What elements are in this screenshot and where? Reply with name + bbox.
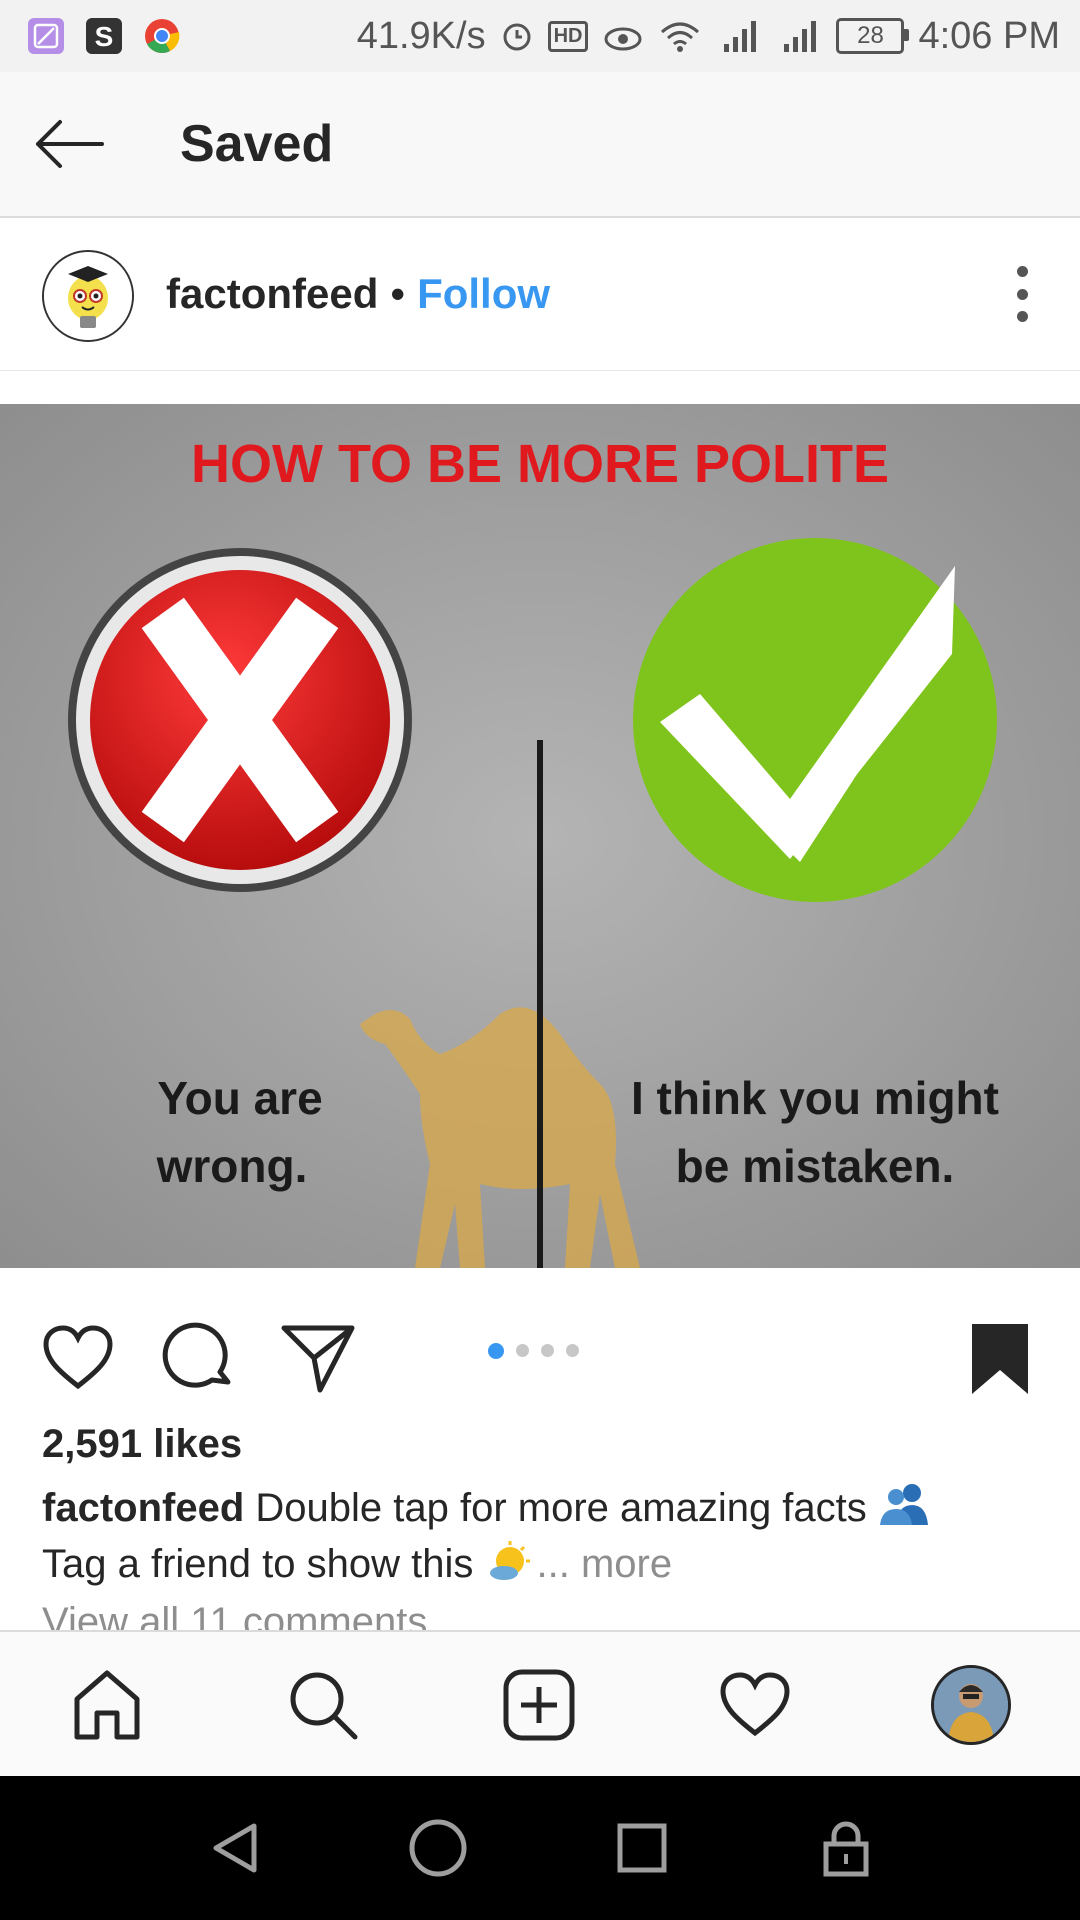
- caption-text-2: Tag a friend to show this: [42, 1542, 474, 1586]
- nav-home[interactable]: [62, 1660, 152, 1750]
- post-header: factonfeed • Follow: [0, 218, 1080, 371]
- carousel-dot-active: [488, 1343, 504, 1359]
- heart-icon: [43, 1325, 113, 1390]
- green-check-icon: [633, 538, 997, 902]
- follow-button[interactable]: Follow: [417, 270, 550, 318]
- nav-activity[interactable]: [710, 1660, 800, 1750]
- caption-text-1: Double tap for more amazing facts: [255, 1486, 867, 1530]
- system-home-button[interactable]: [402, 1812, 474, 1884]
- network-speed: 41.9K/s: [356, 14, 486, 57]
- system-lock-button[interactable]: [810, 1812, 882, 1884]
- back-button[interactable]: [30, 112, 110, 176]
- battery-icon: 28: [836, 18, 910, 54]
- recents-square-icon: [617, 1823, 667, 1873]
- system-recents-button[interactable]: [606, 1812, 678, 1884]
- carousel-dot: [516, 1344, 529, 1357]
- hd-label: HD: [547, 20, 589, 52]
- nav-search[interactable]: [278, 1660, 368, 1750]
- system-navigation-bar: [0, 1776, 1080, 1920]
- right-text-1: I think you might: [631, 1072, 999, 1124]
- search-icon: [290, 1672, 358, 1740]
- post-caption: factonfeed Double tap for more amazing f…: [42, 1480, 1042, 1592]
- headline-text: HOW TO BE MORE POLITE: [191, 434, 889, 494]
- home-circle-icon: [409, 1819, 467, 1877]
- hd-icon: HD: [547, 20, 589, 52]
- post-username[interactable]: factonfeed: [166, 270, 378, 318]
- post-image[interactable]: HOW TO BE MORE POLITE You are wrong. I t…: [0, 404, 1080, 1268]
- username-row: factonfeed • Follow: [166, 270, 550, 318]
- lock-icon: [823, 1821, 869, 1877]
- nav-new-post[interactable]: [494, 1660, 584, 1750]
- svg-text:S: S: [95, 21, 114, 52]
- bookmark-icon: [972, 1324, 1028, 1394]
- share-icon: [281, 1325, 355, 1393]
- like-button[interactable]: [40, 1320, 116, 1396]
- carousel-dot: [566, 1344, 579, 1357]
- right-text-2: be mistaken.: [676, 1140, 955, 1192]
- divider-line: [537, 740, 543, 1268]
- red-cross-icon: [68, 548, 412, 892]
- battery-level: 28: [857, 22, 884, 49]
- comment-icon: [162, 1322, 231, 1388]
- home-icon: [74, 1670, 140, 1740]
- more-dot: [1016, 311, 1028, 322]
- lightbulb-mascot-icon: [44, 252, 132, 340]
- profile-avatar: [931, 1665, 1011, 1745]
- caption-more-link[interactable]: ... more: [536, 1542, 672, 1586]
- save-button[interactable]: [962, 1320, 1038, 1396]
- carousel-indicator: [488, 1343, 579, 1359]
- clock: 4:06 PM: [918, 14, 1060, 57]
- app-header: Saved: [0, 72, 1080, 218]
- gallery-app-icon: [28, 18, 64, 54]
- separator-dot: •: [390, 270, 406, 317]
- status-indicators: 41.9K/s HD 28 4:06 PM: [357, 12, 1060, 60]
- eye-icon: [602, 19, 644, 53]
- sun-cloud-emoji-icon: [490, 1541, 531, 1580]
- system-back-button[interactable]: [200, 1812, 272, 1884]
- post-image-graphic: HOW TO BE MORE POLITE You are wrong. I t…: [0, 404, 1080, 1268]
- bottom-navigation: [0, 1630, 1080, 1778]
- more-options-button[interactable]: [1004, 266, 1040, 322]
- nav-profile[interactable]: [926, 1660, 1016, 1750]
- people-emoji-icon: [879, 1484, 928, 1525]
- post-author-avatar[interactable]: [42, 250, 134, 342]
- likes-count[interactable]: 2,591 likes: [42, 1422, 242, 1467]
- more-dot: [1016, 266, 1028, 277]
- back-arrow-icon: [36, 120, 104, 168]
- chrome-icon: [144, 18, 180, 54]
- carousel-dot: [541, 1344, 554, 1357]
- comment-button[interactable]: [160, 1320, 236, 1396]
- signal-icon-1: [716, 18, 762, 54]
- caption-username[interactable]: factonfeed: [42, 1486, 244, 1530]
- page-title: Saved: [180, 115, 334, 173]
- notification-icons: S: [28, 18, 180, 54]
- back-triangle-icon: [213, 1823, 257, 1873]
- status-bar: S 41.9K/s HD 28 4:06 PM: [0, 0, 1080, 72]
- more-dot: [1016, 288, 1028, 300]
- alarm-icon: [500, 19, 534, 53]
- add-post-icon: [503, 1669, 575, 1741]
- left-text-1: You are: [157, 1072, 322, 1124]
- left-text-2: wrong.: [156, 1140, 308, 1192]
- signal-icon-2: [776, 18, 822, 54]
- post-actions: [0, 1290, 1080, 1420]
- share-button[interactable]: [280, 1320, 356, 1396]
- s-app-icon: S: [86, 18, 122, 54]
- activity-heart-icon: [720, 1672, 790, 1737]
- wifi-icon: [658, 18, 702, 54]
